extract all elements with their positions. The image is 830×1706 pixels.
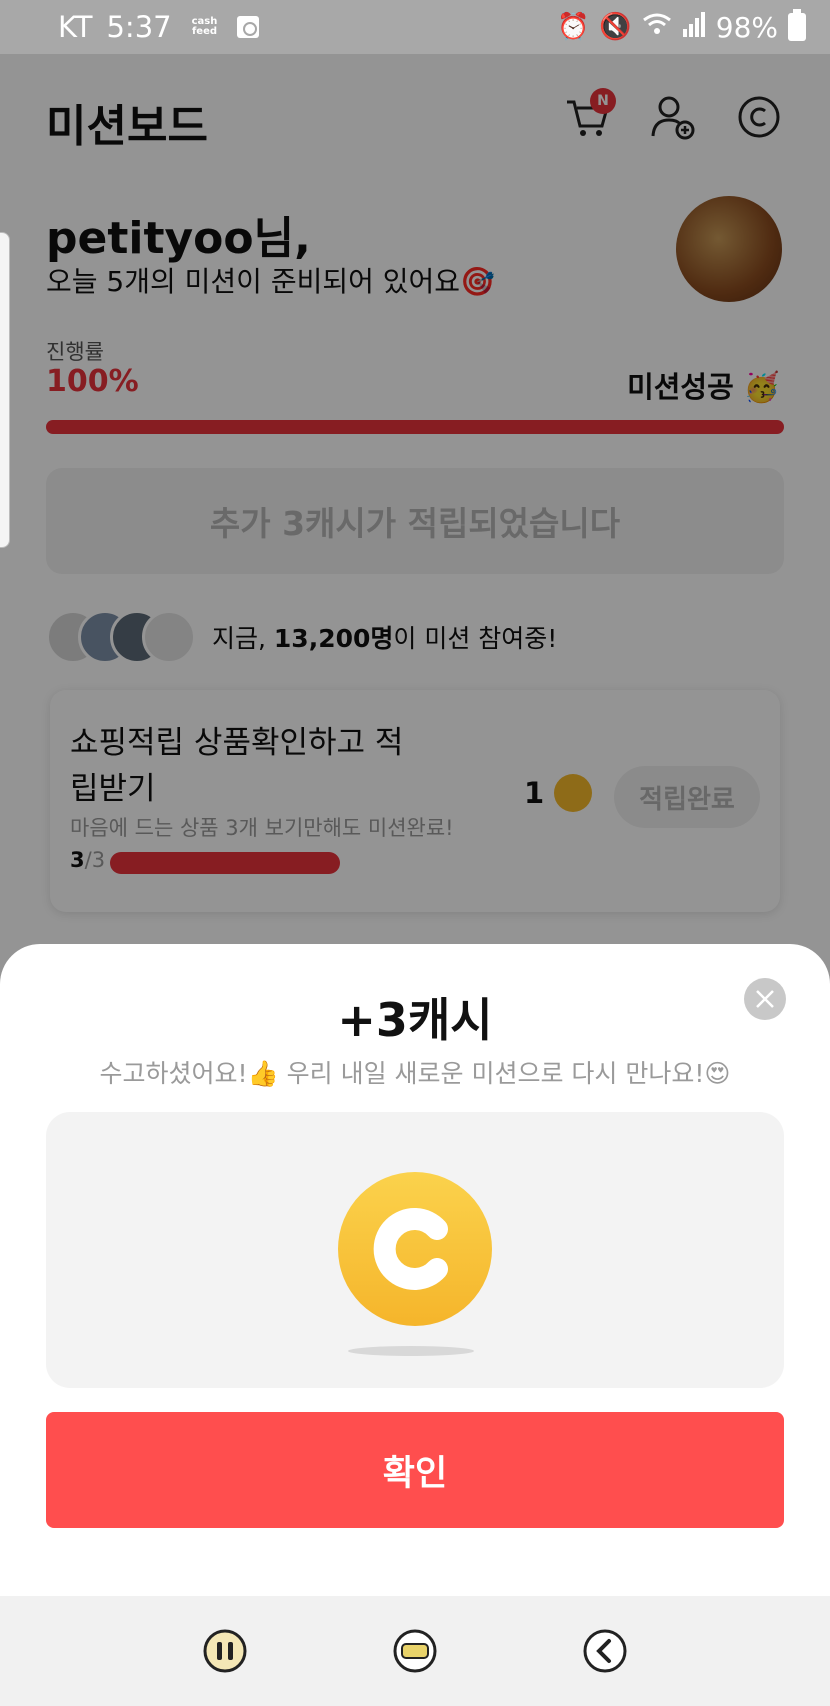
cashfeed-notification-icon: cash feed (191, 16, 218, 37)
battery-icon (788, 9, 806, 41)
reward-message: 수고하셨어요!👍 우리 내일 새로운 미션으로 다시 만나요!😍 (99, 1059, 731, 1088)
battery-percent: 98% (715, 10, 778, 44)
coin-shadow (348, 1346, 474, 1356)
carrier-label: KT (58, 10, 93, 44)
coin-illustration-panel (46, 1112, 784, 1388)
home-icon (393, 1629, 437, 1673)
home-button[interactable] (391, 1627, 439, 1675)
recent-apps-icon (203, 1629, 247, 1673)
back-button[interactable] (581, 1627, 629, 1675)
status-bar: KT 5:37 cash feed ⏰ 🔇 98% (0, 0, 830, 54)
notification-app-icon (237, 16, 260, 38)
close-button[interactable] (744, 978, 786, 1020)
wifi-icon (642, 12, 672, 43)
reward-title: +3캐시 (337, 993, 493, 1047)
alarm-icon: ⏰ (557, 12, 590, 42)
reward-bottom-sheet: +3캐시 수고하셨어요!👍 우리 내일 새로운 미션으로 다시 만나요!😍 확인 (0, 944, 830, 1596)
mute-icon: 🔇 (599, 12, 632, 42)
clock: 5:37 (106, 10, 172, 44)
signal-icon (682, 11, 706, 44)
recent-apps-button[interactable] (201, 1627, 249, 1675)
back-icon (583, 1629, 627, 1673)
confirm-button[interactable]: 확인 (46, 1412, 784, 1528)
big-coin-icon (338, 1172, 492, 1326)
system-nav-bar (0, 1596, 830, 1706)
edge-panel-handle[interactable] (0, 232, 10, 548)
close-icon (756, 990, 774, 1008)
